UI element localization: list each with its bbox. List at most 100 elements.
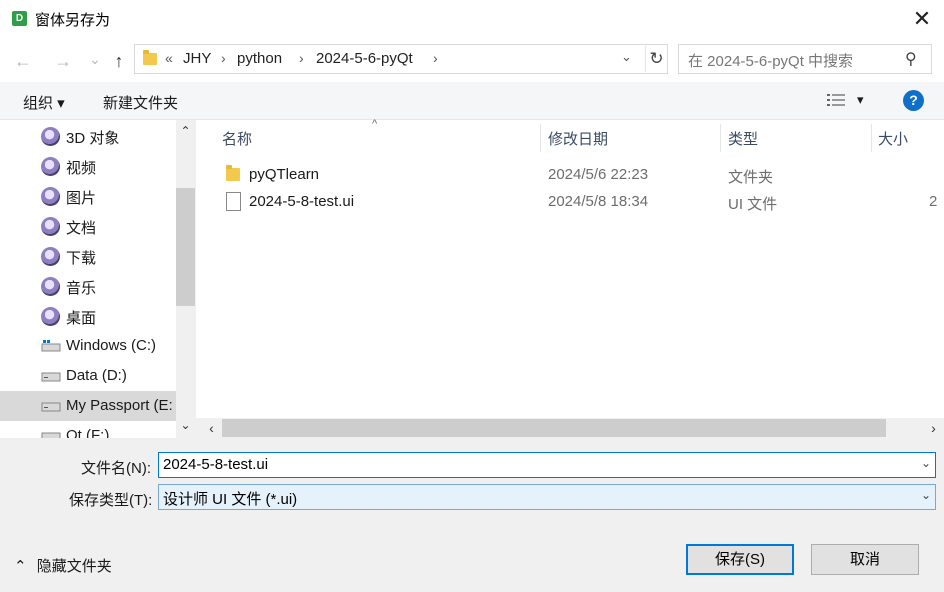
drive-icon: [41, 402, 61, 412]
desktop-icon: [41, 307, 60, 326]
sidebar-item-label: 音乐: [66, 280, 97, 297]
downloads-icon: [41, 247, 60, 266]
file-list: ^ 名称 修改日期 类型 大小 pyQTlearn 2024/5/6 22:23…: [196, 118, 944, 418]
navigation-bar: ← → ⌄ ↑ « JHY › python › 2024-5-6-pyQt ›…: [0, 38, 944, 82]
file-type: 文件夹: [728, 169, 774, 186]
scroll-up-icon[interactable]: ⌃: [176, 124, 195, 138]
sidebar-item-label: 视频: [66, 160, 97, 177]
breadcrumb-separator[interactable]: ›: [433, 50, 438, 66]
sidebar-item-windows-c[interactable]: Windows (C:): [0, 331, 176, 361]
drive-icon: [41, 372, 61, 382]
sidebar-item-downloads[interactable]: 下载: [0, 241, 176, 271]
documents-icon: [41, 217, 60, 236]
hide-folders-toggle[interactable]: ⌃ 隐藏文件夹: [14, 555, 112, 576]
filename-dropdown-icon[interactable]: ⌄: [921, 456, 931, 470]
file-type: UI 文件: [728, 196, 778, 213]
filetype-label: 保存类型(T):: [69, 492, 153, 509]
filetype-dropdown-icon[interactable]: ⌄: [921, 488, 931, 502]
file-list-scroll-thumb[interactable]: [222, 419, 886, 437]
address-dropdown-icon[interactable]: ⌄: [621, 49, 632, 65]
sidebar-item-label: Qt (F:): [66, 427, 110, 438]
sidebar-item-my-passport-e[interactable]: My Passport (E:: [0, 391, 176, 421]
breadcrumb-python[interactable]: python: [237, 50, 282, 67]
music-icon: [41, 277, 60, 296]
sidebar-item-documents[interactable]: 文档: [0, 211, 176, 241]
videos-icon: [41, 157, 60, 176]
column-header-label: 类型: [728, 131, 759, 148]
organize-menu-button[interactable]: 组织 ▾: [23, 92, 65, 113]
hide-folders-label: 隐藏文件夹: [36, 558, 112, 575]
file-size: 2: [929, 193, 938, 210]
pictures-icon: [41, 187, 60, 206]
breadcrumb-current-folder[interactable]: 2024-5-6-pyQt: [316, 50, 413, 67]
filename-value: 2024-5-8-test.ui: [163, 456, 269, 473]
sidebar-item-desktop[interactable]: 桌面: [0, 301, 176, 331]
breadcrumb-separator[interactable]: ›: [221, 50, 226, 66]
new-folder-button[interactable]: 新建文件夹: [103, 92, 178, 113]
sidebar-item-label: 下载: [66, 250, 97, 267]
sidebar-item-label: 桌面: [66, 310, 97, 327]
file-row-test-ui[interactable]: 2024-5-8-test.ui 2024/5/8 18:34 UI 文件 2: [216, 189, 944, 216]
file-name: pyQTlearn: [249, 166, 320, 183]
cancel-button[interactable]: 取消: [811, 544, 919, 575]
sidebar-item-label: 图片: [66, 190, 97, 207]
forward-arrow-icon[interactable]: →: [52, 50, 74, 72]
back-arrow-icon[interactable]: ←: [12, 50, 34, 72]
command-toolbar: 组织 ▾ 新建文件夹 ▾ ?: [0, 82, 944, 120]
column-header-label: 名称: [222, 131, 253, 148]
up-arrow-icon[interactable]: ↑: [108, 50, 130, 72]
help-icon[interactable]: ?: [903, 90, 924, 111]
navigation-pane-scroll-thumb[interactable]: [176, 188, 195, 306]
scroll-down-icon[interactable]: ⌄: [176, 418, 195, 432]
file-modified: 2024/5/6 22:23: [548, 166, 649, 183]
sidebar-item-music[interactable]: 音乐: [0, 271, 176, 301]
breadcrumb-jhy[interactable]: JHY: [183, 50, 211, 67]
scroll-right-icon[interactable]: ›: [924, 420, 943, 436]
sidebar-item-label: 文档: [66, 220, 97, 237]
title-bar: D 窗体另存为 ✕: [0, 0, 944, 38]
recent-locations-chevron-icon[interactable]: ⌄: [84, 48, 106, 70]
save-button[interactable]: 保存(S): [686, 544, 794, 575]
address-bar[interactable]: « JHY › python › 2024-5-6-pyQt › ⌄ ↻: [134, 44, 668, 74]
folder-icon: [226, 165, 240, 181]
search-input[interactable]: 在 2024-5-6-pyQt 中搜索 ⚲: [678, 44, 932, 74]
scroll-left-icon[interactable]: ‹: [202, 420, 221, 436]
search-placeholder: 在 2024-5-6-pyQt 中搜索: [688, 53, 854, 70]
drive-icon: [41, 432, 61, 438]
folder-icon: [143, 50, 157, 65]
refresh-icon[interactable]: ↻: [645, 46, 667, 72]
windows-drive-icon: [41, 340, 61, 352]
navigation-pane: 3D 对象 视频 图片 文档 下载 音乐 桌面 Windows (C:) Dat…: [0, 120, 195, 438]
window-title: 窗体另存为: [35, 12, 111, 29]
breadcrumb-separator[interactable]: ›: [299, 50, 304, 66]
sidebar-item-3d-objects[interactable]: 3D 对象: [0, 121, 176, 151]
filetype-select[interactable]: 设计师 UI 文件 (*.ui) ⌄: [158, 484, 936, 510]
app-icon: D: [12, 11, 27, 26]
filename-input[interactable]: 2024-5-8-test.ui ⌄: [158, 452, 936, 478]
sidebar-item-label: 3D 对象: [66, 130, 120, 147]
file-modified: 2024/5/8 18:34: [548, 193, 649, 210]
column-header-size[interactable]: 大小: [872, 120, 944, 154]
view-dropdown-icon[interactable]: ▾: [857, 92, 864, 108]
view-options-icon[interactable]: [827, 93, 845, 107]
sidebar-item-videos[interactable]: 视频: [0, 151, 176, 181]
column-header-name[interactable]: 名称: [196, 120, 540, 154]
sidebar-item-label: Windows (C:): [66, 337, 157, 354]
filename-label: 文件名(N):: [81, 460, 151, 477]
sidebar-item-data-d[interactable]: Data (D:): [0, 361, 176, 391]
file-row-pyqtlearn[interactable]: pyQTlearn 2024/5/6 22:23 文件夹: [216, 162, 944, 189]
sidebar-item-label: Data (D:): [66, 367, 127, 384]
column-header-label: 大小: [878, 131, 909, 148]
column-header-modified[interactable]: 修改日期: [541, 120, 720, 154]
file-icon: [226, 192, 241, 211]
chevron-up-icon: ⌃: [14, 558, 27, 575]
close-button[interactable]: ✕: [904, 4, 940, 34]
file-name: 2024-5-8-test.ui: [249, 193, 355, 210]
sidebar-item-qt-f[interactable]: Qt (F:): [0, 421, 176, 438]
column-header-label: 修改日期: [548, 131, 609, 148]
column-header-type[interactable]: 类型: [721, 120, 871, 154]
search-icon[interactable]: ⚲: [905, 49, 917, 69]
sidebar-item-pictures[interactable]: 图片: [0, 181, 176, 211]
3d-objects-icon: [41, 127, 60, 146]
breadcrumb-overflow[interactable]: «: [165, 50, 173, 66]
